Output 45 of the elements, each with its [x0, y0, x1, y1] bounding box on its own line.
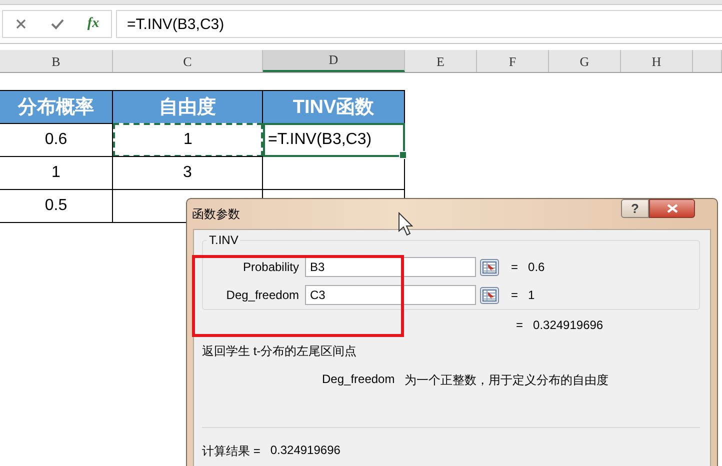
- header-cell: 分布概率: [0, 90, 113, 123]
- fill-handle[interactable]: [399, 151, 407, 159]
- argument-help-name: Deg_freedom: [322, 372, 395, 388]
- column-header[interactable]: G: [549, 50, 621, 72]
- column-header[interactable]: D: [263, 50, 405, 72]
- column-header[interactable]: F: [477, 50, 549, 72]
- argument-value: B3: [310, 260, 325, 274]
- close-icon[interactable]: [666, 204, 678, 213]
- formula-result: 0.324919696: [533, 318, 604, 334]
- argument-field[interactable]: B3: [305, 257, 476, 277]
- argument-label: Deg_freedom: [225, 288, 300, 302]
- dialog-title: 函数参数: [192, 206, 240, 222]
- equals-sign: =: [511, 288, 518, 302]
- result-value: 0.324919696: [270, 443, 340, 459]
- insert-function-button[interactable]: fx: [87, 16, 100, 32]
- argument-value: C3: [310, 288, 326, 302]
- argument-result: 0.6: [528, 260, 545, 274]
- help-button[interactable]: ?: [621, 199, 649, 218]
- argument-label: Probability: [242, 260, 300, 274]
- collapse-dialog-icon[interactable]: [480, 286, 499, 304]
- formula-field[interactable]: =T.INV(B3,C3): [116, 10, 722, 38]
- header-cell: 自由度: [113, 90, 263, 123]
- table-cell: 3: [113, 156, 263, 190]
- table-cell: 0.6: [0, 123, 113, 157]
- formula-text: =T.INV(B3,C3): [127, 16, 224, 32]
- column-header[interactable]: B: [0, 50, 113, 72]
- result-label: 计算结果 =: [202, 443, 260, 460]
- equals-sign: =: [516, 318, 524, 334]
- table-cell: =T.INV(B3,C3): [263, 123, 405, 157]
- column-header[interactable]: E: [405, 50, 477, 72]
- equals-sign: =: [511, 260, 518, 274]
- function-description: 返回学生 t-分布的左尾区间点: [202, 343, 358, 360]
- argument-result: 1: [528, 288, 535, 302]
- mouse-pointer-icon[interactable]: [398, 212, 413, 236]
- check-icon[interactable]: [50, 18, 64, 30]
- header-cell: TINV函数: [263, 90, 405, 123]
- table-cell: 1: [113, 123, 263, 157]
- table-cell: 0.5: [0, 189, 113, 223]
- argument-field[interactable]: C3: [305, 285, 476, 305]
- argument-help-text: 为一个正整数，用于定义分布的自由度: [404, 372, 609, 389]
- function-name: T.INV: [207, 233, 240, 247]
- cancel-icon[interactable]: [14, 18, 27, 30]
- column-header[interactable]: H: [621, 50, 693, 72]
- collapse-dialog-icon[interactable]: [480, 258, 499, 276]
- close-button[interactable]: [649, 199, 695, 218]
